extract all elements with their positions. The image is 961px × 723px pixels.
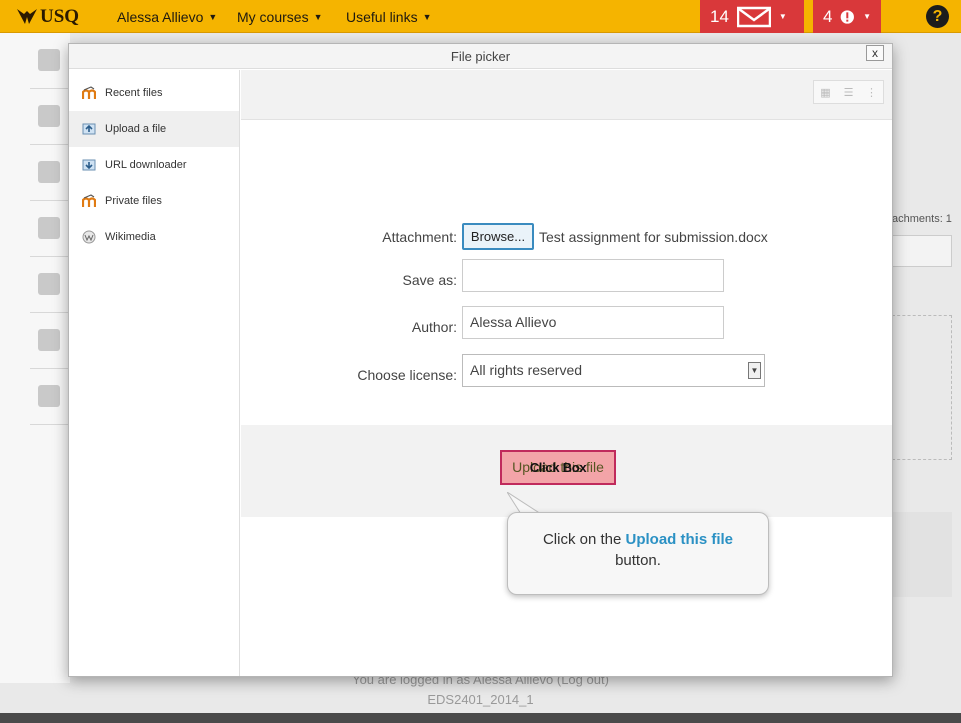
- attachment-label: Attachment:: [382, 229, 457, 245]
- repository-label: Wikimedia: [105, 231, 156, 243]
- caret-down-icon: ▼: [863, 12, 871, 21]
- group-icon: [38, 217, 60, 239]
- logo-text: USQ: [40, 6, 80, 27]
- dropdown-arrow-icon[interactable]: ▼: [748, 362, 761, 379]
- calendar-icon: [38, 329, 60, 351]
- save-as-label: Save as:: [402, 272, 457, 288]
- caret-down-icon: ▼: [778, 12, 787, 21]
- repository-item-wikimedia[interactable]: Wikimedia: [69, 219, 239, 255]
- usq-logo[interactable]: USQ: [16, 5, 79, 29]
- attachments-count-text: achments: 1: [892, 213, 952, 225]
- top-navbar: USQ Alessa Allievo ▼ My courses ▼ Useful…: [0, 0, 961, 33]
- bottom-bar: [0, 713, 961, 723]
- view-mode-buttons: ▦ ☰ ⋮: [813, 80, 884, 104]
- dialog-title: File picker: [69, 44, 892, 69]
- bg-view-toggle: [892, 235, 952, 267]
- license-label: Choose license:: [357, 367, 457, 383]
- save-as-input[interactable]: [462, 259, 724, 292]
- upload-this-file-button[interactable]: Upload this file Click Box: [500, 450, 616, 485]
- tooltip-prefix: Click on the: [542, 531, 622, 548]
- repository-label: Private files: [105, 195, 162, 207]
- caret-down-icon: ▼: [208, 12, 218, 22]
- alert-icon: [841, 9, 855, 24]
- caret-down-icon: ▼: [313, 12, 323, 22]
- author-input[interactable]: Alessa Allievo: [462, 306, 724, 339]
- bg-nav-row: [30, 89, 70, 145]
- users-icon: [38, 385, 60, 407]
- messages-count: 14: [710, 6, 729, 26]
- bg-panel: [892, 512, 952, 597]
- list-view-icon[interactable]: ☰: [837, 81, 860, 103]
- notifications-count: 4: [823, 6, 833, 26]
- caret-down-icon: ▼: [422, 12, 432, 22]
- bg-nav-row: [30, 201, 70, 257]
- user-menu[interactable]: Alessa Allievo ▼: [117, 9, 217, 25]
- background-sidebar: [0, 33, 70, 683]
- usq-wings-icon: [17, 9, 37, 24]
- upload-icon: [82, 123, 96, 135]
- bg-dropzone: [892, 315, 952, 460]
- repository-label: Upload a file: [105, 123, 167, 135]
- messages-menu[interactable]: 14 ▼: [700, 0, 804, 33]
- tutorial-tooltip: Click on the Upload this file button.: [507, 512, 769, 595]
- bg-nav-row: [30, 257, 70, 313]
- bg-nav-row: [30, 313, 70, 369]
- icons-view-icon[interactable]: ▦: [814, 81, 837, 103]
- repository-label: URL downloader: [105, 159, 187, 171]
- help-icon[interactable]: ?: [926, 5, 949, 28]
- my-courses-menu[interactable]: My courses ▼: [237, 9, 323, 25]
- repository-item-url-downloader[interactable]: URL downloader: [69, 147, 239, 183]
- footer-course-code: EDS2401_2014_1: [427, 692, 534, 707]
- tutorial-click-box[interactable]: Click Box: [502, 452, 614, 483]
- repository-list: Recent files Upload a file URL downloade…: [69, 70, 240, 676]
- repository-item-upload-a-file[interactable]: Upload a file: [69, 111, 239, 147]
- moodle-logo-icon: [82, 194, 96, 207]
- bg-nav-row: [30, 369, 70, 425]
- repository-label: Recent files: [105, 87, 163, 99]
- useful-links-menu[interactable]: Useful links ▼: [346, 9, 432, 25]
- background-attachments-panel: achments: 1: [892, 200, 961, 470]
- useful-links-label: Useful links: [346, 9, 418, 25]
- moodle-logo-icon: [82, 86, 96, 99]
- home-icon: [38, 49, 60, 71]
- tooltip-suffix: button.: [615, 552, 661, 569]
- file-picker-dialog: File picker x Recent files Upload a file…: [68, 43, 893, 677]
- bg-nav-row: [30, 33, 70, 89]
- tooltip-highlight: Upload this file: [625, 531, 734, 548]
- author-label: Author:: [411, 319, 457, 335]
- license-selected-value: All rights reserved: [470, 362, 583, 378]
- notifications-menu[interactable]: 4 ▼: [813, 0, 881, 33]
- file-picker-toolbar: ▦ ☰ ⋮: [241, 70, 892, 120]
- browse-button[interactable]: Browse...: [462, 223, 534, 250]
- close-button[interactable]: x: [866, 45, 884, 61]
- repository-item-private-files[interactable]: Private files: [69, 183, 239, 219]
- folder-icon: [38, 273, 60, 295]
- selected-file-name: Test assignment for submission.docx: [539, 229, 768, 245]
- my-courses-label: My courses: [237, 9, 309, 25]
- bg-nav-row: [30, 145, 70, 201]
- envelope-icon: [736, 6, 771, 27]
- user-menu-label: Alessa Allievo: [117, 9, 204, 25]
- wikimedia-icon: [82, 230, 96, 244]
- license-select[interactable]: All rights reserved ▼: [462, 354, 765, 387]
- url-icon: [82, 159, 96, 171]
- clipboard-icon: [38, 161, 60, 183]
- repository-item-recent-files[interactable]: Recent files: [69, 75, 239, 111]
- tree-view-icon[interactable]: ⋮: [860, 81, 883, 103]
- checkmark-icon: [38, 105, 60, 127]
